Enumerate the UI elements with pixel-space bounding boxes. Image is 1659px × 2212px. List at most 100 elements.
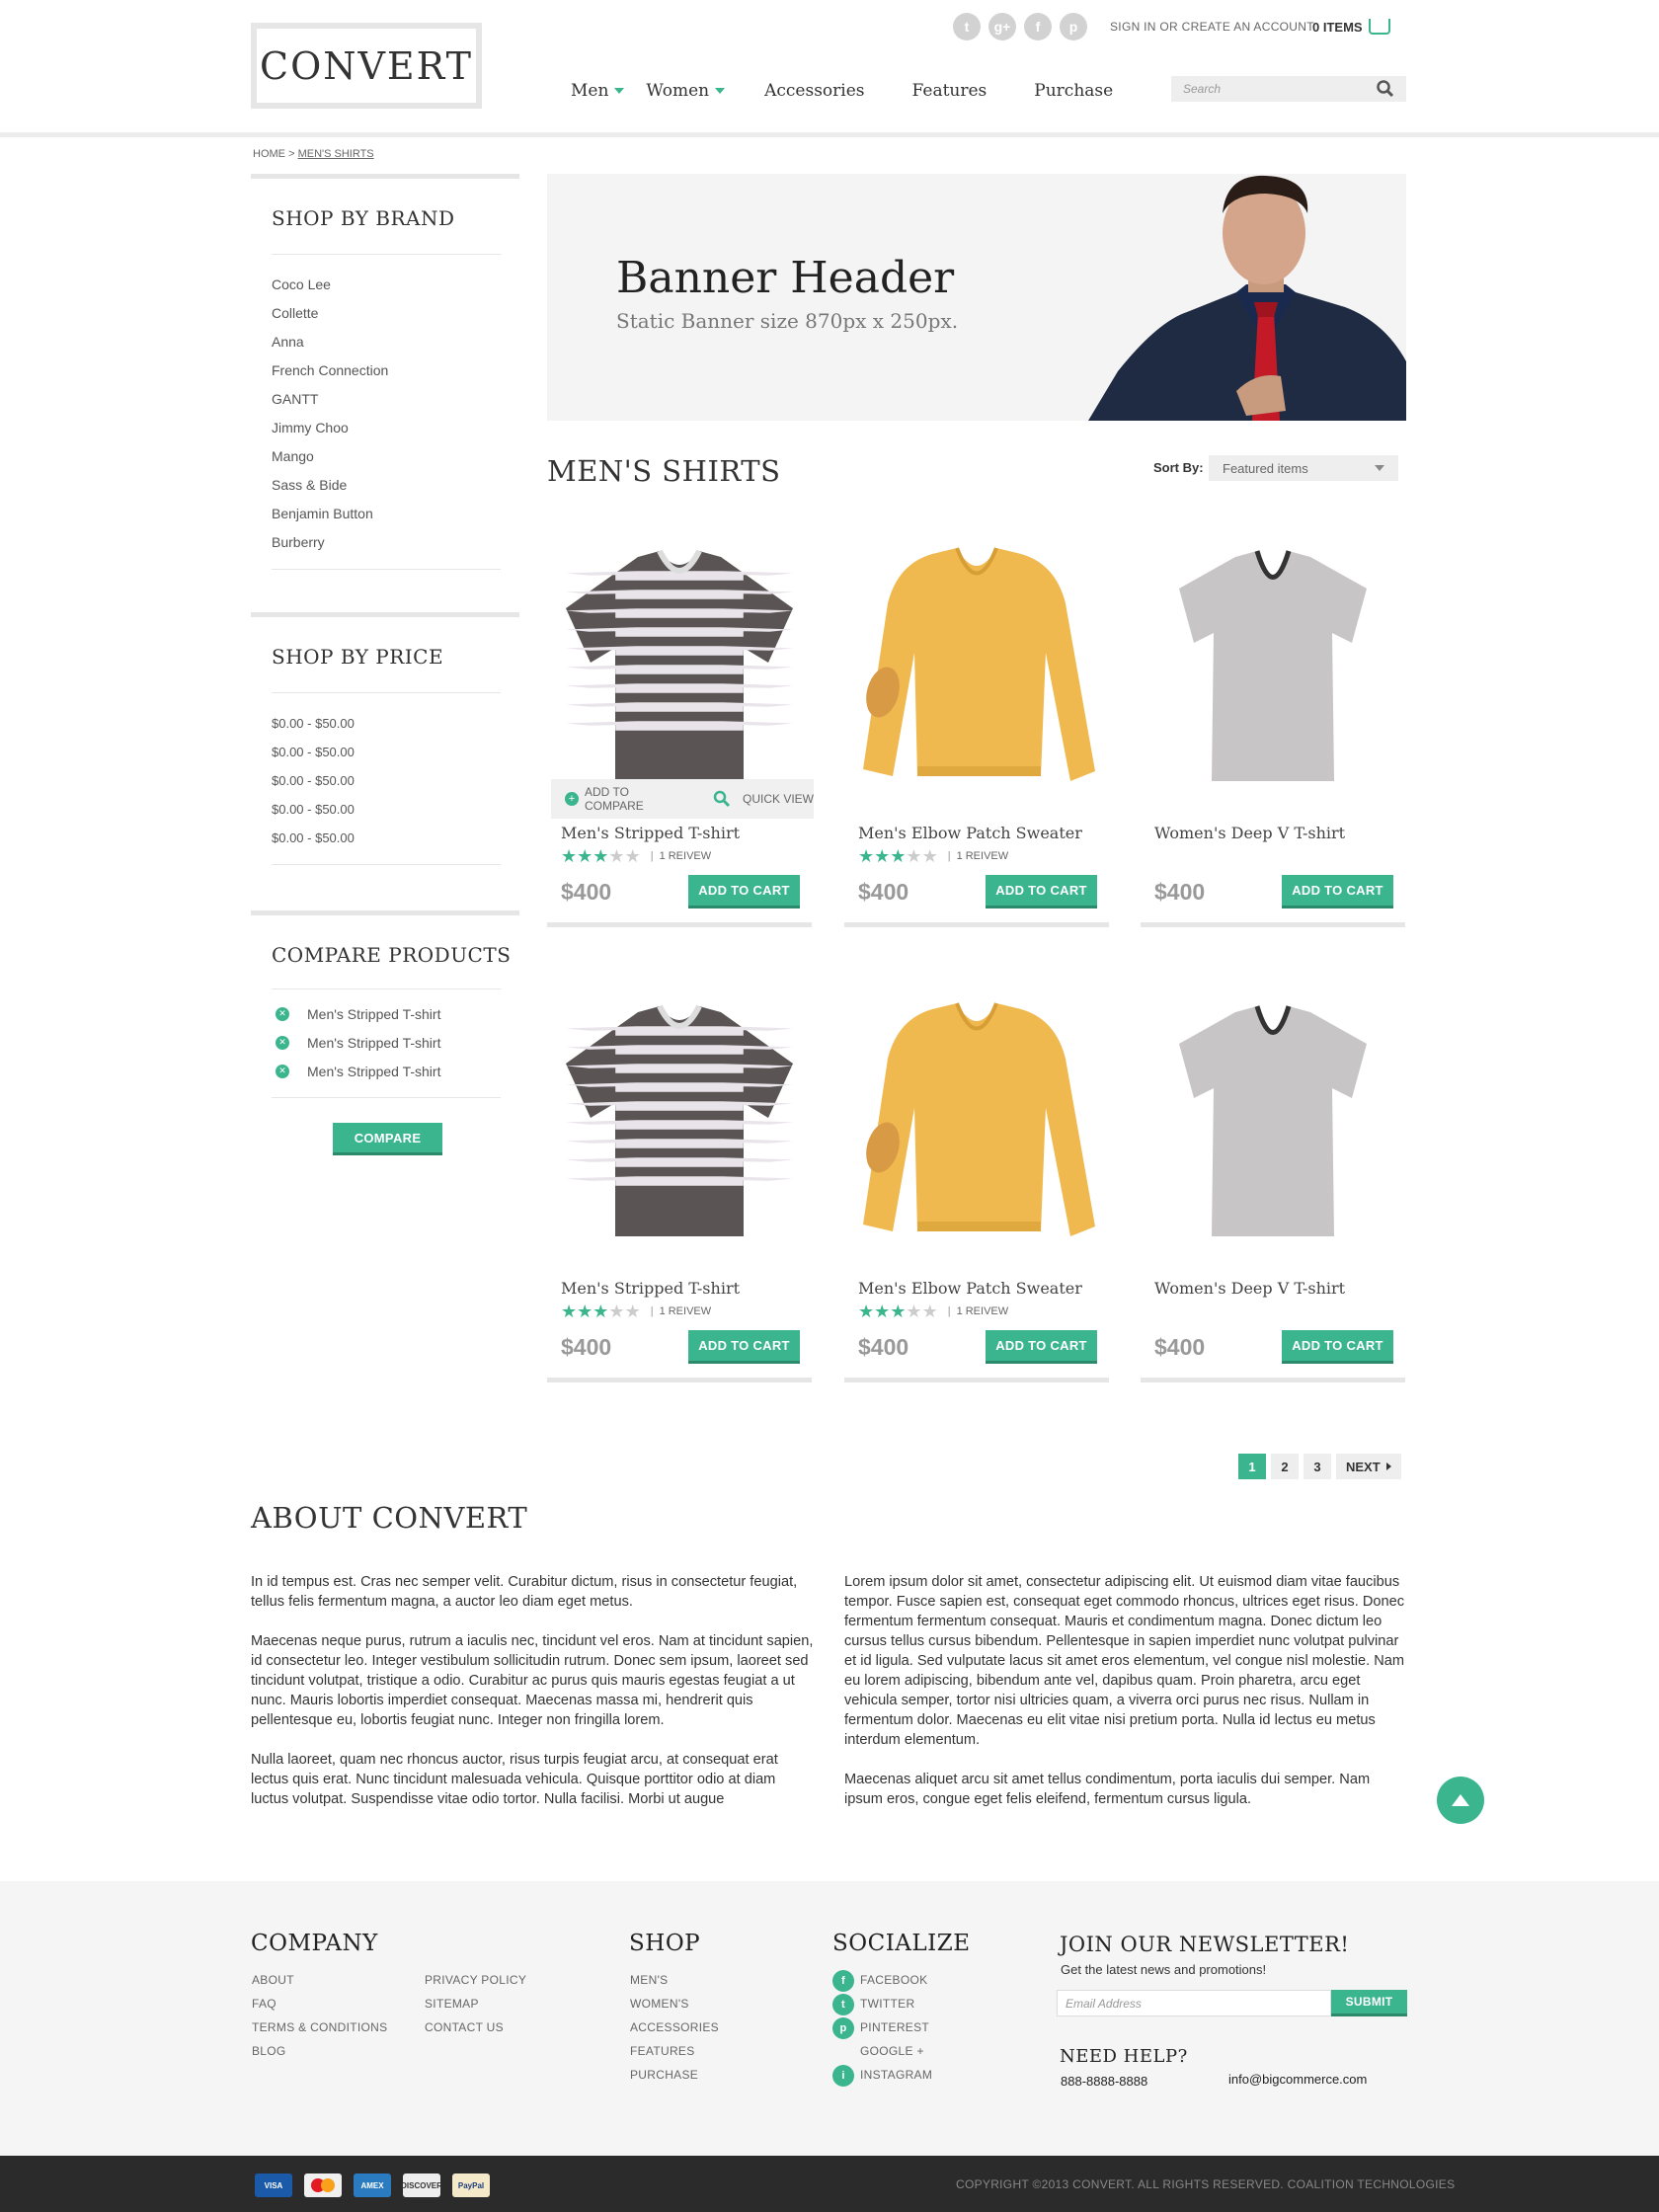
- remove-icon[interactable]: ✕: [276, 1064, 289, 1078]
- product-name[interactable]: Men's Elbow Patch Sweater: [858, 824, 1082, 842]
- grey-tshirt-image[interactable]: [1174, 1004, 1372, 1241]
- review-count[interactable]: 1 REIVEW: [660, 1305, 712, 1317]
- product-name[interactable]: Men's Stripped T-shirt: [561, 824, 740, 842]
- breadcrumb-home[interactable]: HOME: [253, 148, 285, 160]
- product-card[interactable]: Women's Deep V T-shirt $400 ADD TO CART: [1141, 529, 1405, 929]
- site-logo[interactable]: CONVERT: [251, 23, 482, 109]
- product-card[interactable]: + ADD TO COMPARE QUICK VIEW Men's Stripped …: [547, 529, 814, 929]
- product-card[interactable]: Men's Elbow Patch Sweater ★ ★ ★ ★ ★ | 1 REIVEW $…: [844, 985, 1109, 1384]
- add-to-cart-button[interactable]: ADD TO CART: [688, 1330, 800, 1364]
- page-3[interactable]: 3: [1304, 1454, 1331, 1479]
- product-image[interactable]: [547, 529, 812, 806]
- footer-google[interactable]: gGOOGLE +: [832, 2039, 932, 2063]
- footer-facebook[interactable]: f FACEBOOK: [832, 1968, 932, 1992]
- footer-link[interactable]: WOMEN'S: [630, 1992, 719, 2015]
- footer-link[interactable]: PURCHASE: [630, 2063, 719, 2087]
- footer-link[interactable]: MEN'S: [630, 1968, 719, 1992]
- footer-link[interactable]: PRIVACY POLICY: [425, 1968, 526, 1992]
- nav-women[interactable]: Women: [646, 81, 726, 101]
- facebook-icon[interactable]: f: [1024, 13, 1052, 40]
- nav-men[interactable]: Men: [571, 81, 625, 101]
- footer-link[interactable]: CONTACT US: [425, 2015, 526, 2039]
- remove-icon[interactable]: ✕: [276, 1006, 289, 1021]
- price-link[interactable]: $0.00 - $50.00: [272, 709, 519, 738]
- price-link[interactable]: $0.00 - $50.00: [272, 795, 519, 824]
- yellow-sweater-image[interactable]: [853, 999, 1100, 1246]
- brand-link[interactable]: Jimmy Choo: [272, 414, 519, 442]
- plus-icon[interactable]: +: [565, 792, 579, 806]
- help-email[interactable]: info@bigcommerce.com: [1228, 2072, 1367, 2087]
- product-name[interactable]: Women's Deep V T-shirt: [1154, 1279, 1345, 1298]
- add-to-compare-link[interactable]: ADD TO COMPARE: [585, 785, 691, 813]
- quick-view-link[interactable]: QUICK VIEW: [743, 792, 814, 806]
- brand-link[interactable]: Benjamin Button: [272, 500, 519, 528]
- signin-link[interactable]: SIGN IN OR CREATE AN ACCOUNT: [1110, 20, 1314, 34]
- footer-link[interactable]: FAQ: [252, 1992, 387, 2015]
- add-to-cart-button[interactable]: ADD TO CART: [1282, 875, 1393, 908]
- pinterest-icon[interactable]: p: [1060, 13, 1087, 40]
- review-count[interactable]: 1 REIVEW: [957, 1305, 1009, 1317]
- twitter-icon[interactable]: t: [953, 13, 981, 40]
- add-to-cart-button[interactable]: ADD TO CART: [1282, 1330, 1393, 1364]
- striped-tshirt-image[interactable]: [561, 1004, 798, 1241]
- product-name[interactable]: Men's Elbow Patch Sweater: [858, 1279, 1082, 1298]
- footer-pinterest[interactable]: p PINTEREST: [832, 2015, 932, 2039]
- footer-link[interactable]: ABOUT: [252, 1968, 387, 1992]
- nav-features[interactable]: Features: [912, 81, 988, 101]
- breadcrumb-current[interactable]: MEN'S SHIRTS: [298, 148, 374, 160]
- footer-instagram[interactable]: i INSTAGRAM: [832, 2063, 932, 2087]
- add-to-cart-button[interactable]: ADD TO CART: [986, 875, 1097, 908]
- next-page-button[interactable]: NEXT: [1336, 1454, 1401, 1479]
- review-count[interactable]: 1 REIVEW: [957, 850, 1009, 862]
- price-link[interactable]: $0.00 - $50.00: [272, 766, 519, 795]
- brand-link[interactable]: Mango: [272, 442, 519, 471]
- footer-twitter[interactable]: t TWITTER: [832, 1992, 932, 2015]
- yellow-sweater-image[interactable]: [853, 544, 1100, 791]
- cart-link[interactable]: 0 ITEMS: [1312, 19, 1390, 35]
- product-image[interactable]: [844, 529, 1109, 806]
- add-to-cart-button[interactable]: ADD TO CART: [986, 1330, 1097, 1364]
- brand-link[interactable]: Anna: [272, 328, 519, 356]
- product-name[interactable]: Women's Deep V T-shirt: [1154, 824, 1345, 842]
- search-icon[interactable]: [1377, 80, 1394, 98]
- back-to-top-button[interactable]: [1437, 1777, 1484, 1824]
- footer-link[interactable]: TERMS & CONDITIONS: [252, 2015, 387, 2039]
- search-icon[interactable]: [713, 790, 731, 808]
- page-1[interactable]: 1: [1238, 1454, 1266, 1479]
- add-to-cart-button[interactable]: ADD TO CART: [688, 875, 800, 908]
- submit-button[interactable]: SUBMIT: [1331, 1990, 1407, 2016]
- footer-link[interactable]: ACCESSORIES: [630, 2015, 719, 2039]
- product-card[interactable]: Men's Stripped T-shirt ★ ★ ★ ★ ★ | 1 REIVEW $400…: [547, 985, 812, 1384]
- price-link[interactable]: $0.00 - $50.00: [272, 738, 519, 766]
- brand-link[interactable]: Collette: [272, 299, 519, 328]
- product-card[interactable]: Women's Deep V T-shirt $400 ADD TO CART: [1141, 985, 1405, 1384]
- remove-icon[interactable]: ✕: [276, 1035, 289, 1050]
- footer-link[interactable]: SITEMAP: [425, 1992, 526, 2015]
- grey-tshirt-image[interactable]: [1174, 549, 1372, 786]
- compare-button[interactable]: COMPARE: [333, 1123, 442, 1155]
- review-count[interactable]: 1 REIVEW: [660, 850, 712, 862]
- price-link[interactable]: $0.00 - $50.00: [272, 824, 519, 852]
- product-image[interactable]: [844, 985, 1109, 1261]
- email-input[interactable]: Email Address: [1057, 1990, 1331, 2016]
- product-name[interactable]: Men's Stripped T-shirt: [561, 1279, 740, 1298]
- product-image[interactable]: [547, 985, 812, 1261]
- nav-accessories[interactable]: Accessories: [764, 81, 864, 101]
- product-card[interactable]: Men's Elbow Patch Sweater ★ ★ ★ ★ ★ | 1 REIVEW $…: [844, 529, 1109, 929]
- brand-link[interactable]: Coco Lee: [272, 271, 519, 299]
- search-bar[interactable]: Search: [1171, 76, 1406, 102]
- page-2[interactable]: 2: [1271, 1454, 1299, 1479]
- banner[interactable]: Banner Header Static Banner size 870px x…: [547, 174, 1406, 421]
- sort-select[interactable]: Featured items: [1209, 455, 1398, 481]
- footer-link[interactable]: FEATURES: [630, 2039, 719, 2063]
- brand-link[interactable]: French Connection: [272, 356, 519, 385]
- striped-tshirt-image[interactable]: [561, 549, 798, 786]
- search-input[interactable]: Search: [1183, 82, 1221, 96]
- google-plus-icon[interactable]: g+: [988, 13, 1016, 40]
- nav-purchase[interactable]: Purchase: [1034, 81, 1113, 101]
- product-image[interactable]: [1141, 529, 1405, 806]
- brand-link[interactable]: Sass & Bide: [272, 471, 519, 500]
- brand-link[interactable]: Burberry: [272, 528, 519, 557]
- footer-link[interactable]: BLOG: [252, 2039, 387, 2063]
- brand-link[interactable]: GANTT: [272, 385, 519, 414]
